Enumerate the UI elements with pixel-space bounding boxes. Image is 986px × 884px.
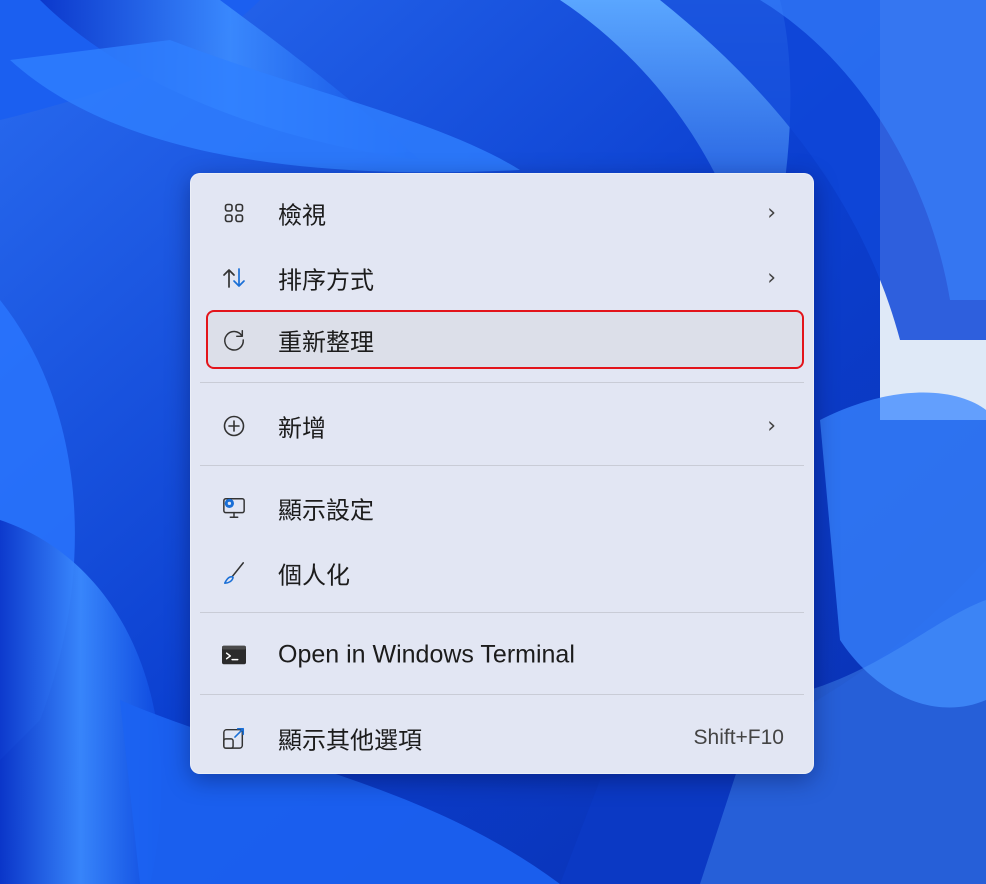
menu-item-label: Open in Windows Terminal (278, 640, 575, 669)
menu-item-sort-by[interactable]: 排序方式 › (200, 251, 804, 305)
menu-item-display-settings[interactable]: 顯示設定 (200, 481, 804, 535)
shortcut-hint: Shift+F10 (693, 726, 784, 749)
terminal-icon (222, 643, 246, 667)
add-circle-icon (222, 414, 246, 438)
more-options-icon (222, 726, 246, 750)
menu-separator (200, 382, 804, 383)
brush-icon (222, 561, 246, 585)
menu-item-refresh[interactable]: 重新整理 (206, 310, 804, 369)
menu-item-label: 檢視 (278, 201, 326, 230)
menu-item-new[interactable]: 新增 › (200, 399, 804, 453)
menu-item-label: 排序方式 (278, 266, 374, 295)
menu-separator (200, 694, 804, 695)
menu-item-personalize[interactable]: 個人化 (200, 546, 804, 600)
view-grid-icon (222, 201, 246, 225)
menu-item-label: 顯示設定 (278, 496, 374, 525)
refresh-icon (222, 328, 246, 352)
desktop-context-menu: 檢視 › 排序方式 › 重新整理 新增 › 顯示設定 個人化 Open in W… (190, 173, 814, 774)
menu-item-label: 重新整理 (278, 328, 374, 356)
menu-item-open-terminal[interactable]: Open in Windows Terminal (200, 628, 804, 682)
menu-separator (200, 612, 804, 613)
menu-item-label: 顯示其他選項 (278, 726, 422, 755)
chevron-right-icon: › (767, 413, 776, 439)
menu-item-show-more-options[interactable]: 顯示其他選項 Shift+F10 (200, 711, 804, 765)
desktop[interactable]: 檢視 › 排序方式 › 重新整理 新增 › 顯示設定 個人化 Open in W… (0, 0, 986, 884)
menu-item-view[interactable]: 檢視 › (200, 186, 804, 240)
display-settings-icon (222, 496, 246, 520)
sort-arrows-icon (222, 266, 246, 290)
chevron-right-icon: › (767, 265, 776, 291)
menu-separator (200, 465, 804, 466)
chevron-right-icon: › (767, 200, 776, 226)
menu-item-label: 個人化 (278, 561, 350, 590)
menu-item-label: 新增 (278, 414, 326, 443)
